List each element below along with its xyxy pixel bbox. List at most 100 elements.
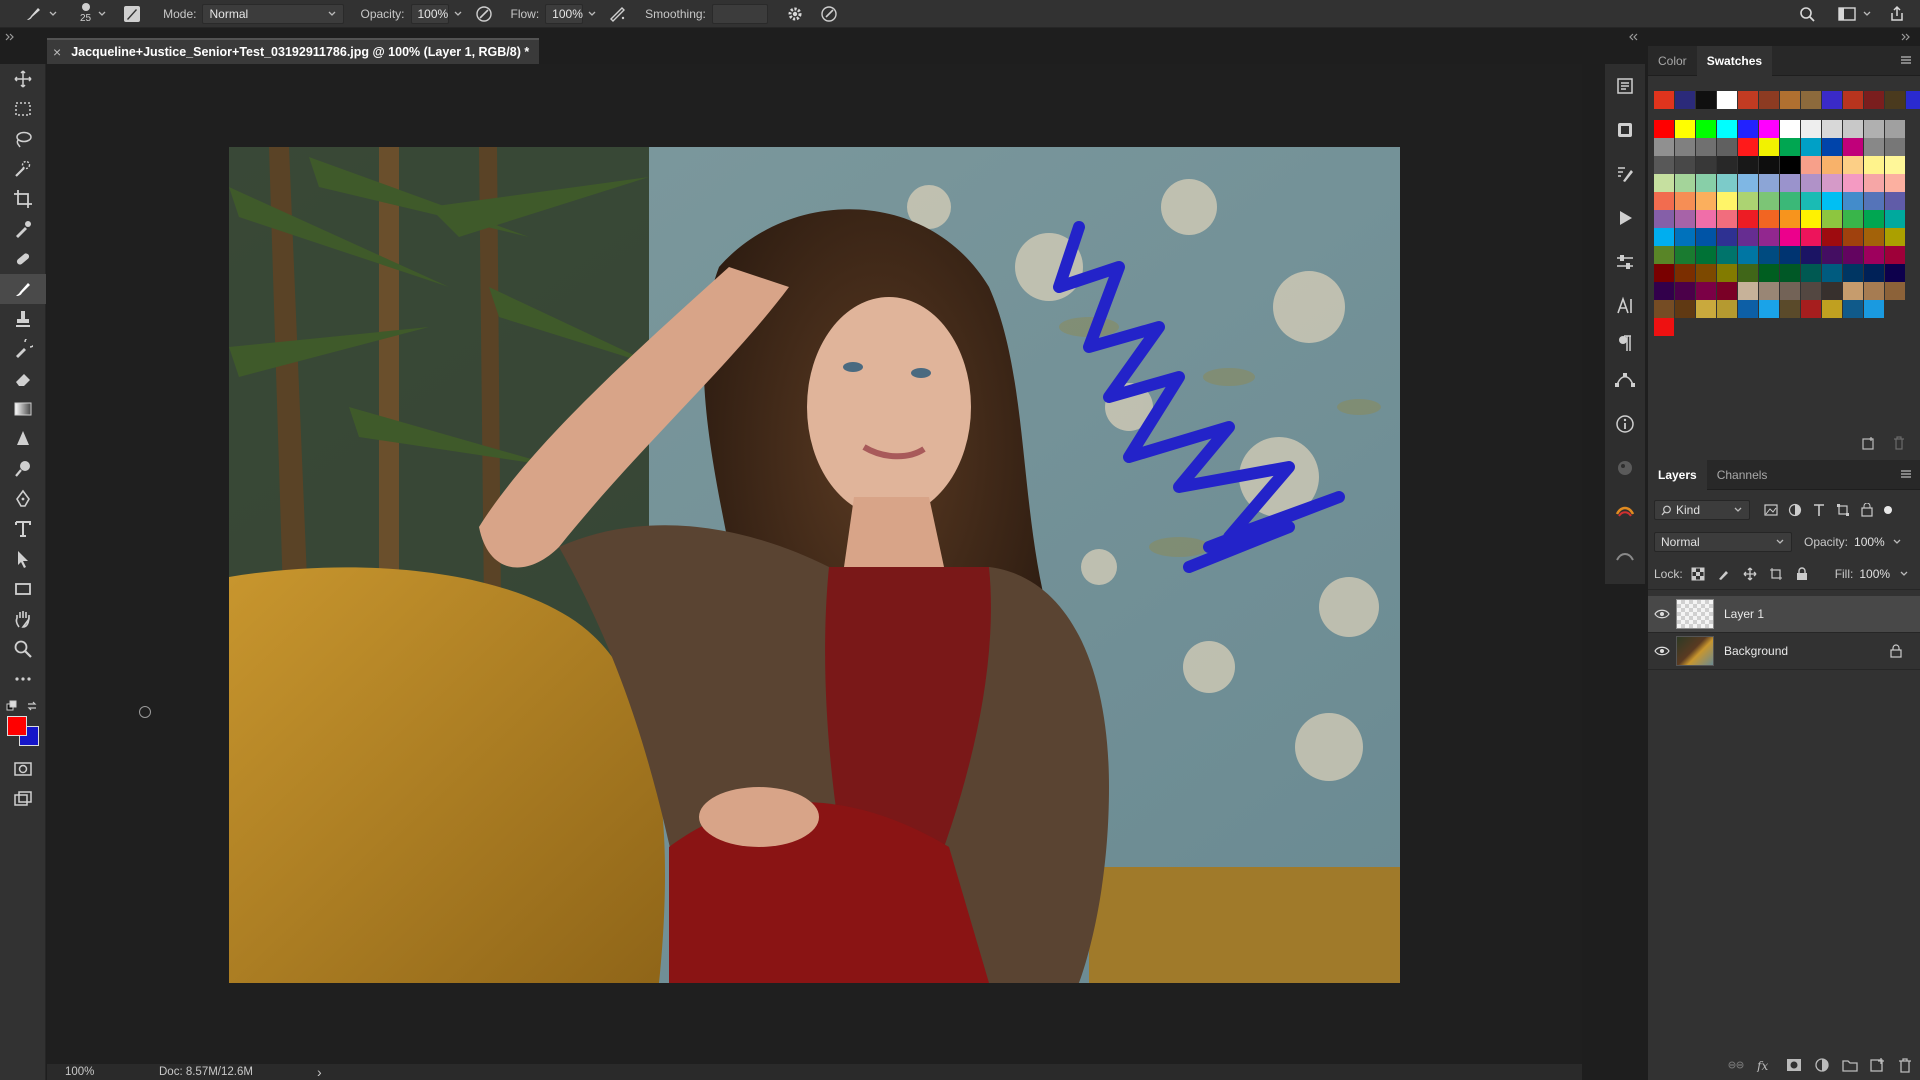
quick-selection-tool[interactable] [0,154,46,184]
blend-mode-dropdown[interactable]: Normal [1654,532,1792,552]
mode-dropdown[interactable]: Normal [202,3,345,24]
layer-filter-dropdown[interactable]: Kind [1654,500,1750,520]
swatch[interactable] [1654,246,1674,264]
chevron-down-icon[interactable] [97,9,107,19]
swatch[interactable] [1717,228,1737,246]
filter-pixel-icon[interactable] [1764,503,1778,517]
chevron-down-icon[interactable] [453,9,463,19]
swatch[interactable] [1759,300,1779,318]
swatch[interactable] [1864,156,1884,174]
zoom-level[interactable]: 100% [65,1066,135,1078]
dodge-tool[interactable] [0,454,46,484]
smoothing-input[interactable] [711,3,768,24]
swatch[interactable] [1780,228,1800,246]
swatch[interactable] [1864,282,1884,300]
swatch[interactable] [1759,228,1779,246]
swatch[interactable] [1801,192,1821,210]
swatch[interactable] [1822,300,1842,318]
paragraph-panel-icon[interactable] [1605,328,1645,358]
swatch[interactable] [1822,120,1842,138]
swatch[interactable] [1675,91,1695,109]
swatch[interactable] [1696,264,1716,282]
history-panel-icon[interactable] [1605,64,1645,108]
swatch[interactable] [1843,174,1863,192]
swatch[interactable] [1780,91,1800,109]
swatch[interactable] [1759,210,1779,228]
swatch[interactable] [1738,138,1758,156]
swatch[interactable] [1801,228,1821,246]
swatch[interactable] [1654,318,1674,336]
swatch[interactable] [1675,264,1695,282]
swatch[interactable] [1717,120,1737,138]
swatch[interactable] [1717,156,1737,174]
swatch[interactable] [1654,138,1674,156]
swatch[interactable] [1864,264,1884,282]
swatch[interactable] [1801,282,1821,300]
tab-color[interactable]: Color [1648,46,1697,76]
swatch[interactable] [1696,138,1716,156]
swatch[interactable] [1717,246,1737,264]
swatch[interactable] [1780,192,1800,210]
swatch[interactable] [1801,210,1821,228]
swatch[interactable] [1654,300,1674,318]
swatch[interactable] [1717,192,1737,210]
swatch[interactable] [1822,156,1842,174]
gear-icon[interactable] [784,3,806,25]
zoom-tool[interactable] [0,634,46,664]
new-layer-icon[interactable] [1870,1057,1886,1073]
chevron-down-icon[interactable] [587,9,597,19]
swatch[interactable] [1717,264,1737,282]
swatch[interactable] [1696,210,1716,228]
brush-settings-panel-icon[interactable] [121,3,143,25]
swatch[interactable] [1654,228,1674,246]
lock-position-icon[interactable] [1743,567,1757,581]
tab-channels[interactable]: Channels [1707,460,1778,490]
flow-input[interactable]: 100% [545,3,584,24]
swatch[interactable] [1738,120,1758,138]
swatch[interactable] [1675,282,1695,300]
swatch[interactable] [1717,91,1737,109]
swatch[interactable] [1843,210,1863,228]
color-panel-icon[interactable] [1605,446,1645,490]
swatch[interactable] [1864,138,1884,156]
expand-tools-icon[interactable] [4,32,16,42]
eye-icon[interactable] [1648,609,1676,619]
status-menu-arrow[interactable]: › [317,1064,322,1080]
eyedropper-tool[interactable] [0,214,46,244]
swatch[interactable] [1864,210,1884,228]
swatch[interactable] [1738,91,1758,109]
swatch[interactable] [1885,264,1905,282]
healing-brush-tool[interactable] [0,244,46,274]
panel-menu-icon[interactable] [1900,55,1912,65]
swatch[interactable] [1675,192,1695,210]
swatch[interactable] [1654,156,1674,174]
info-icon[interactable] [1605,402,1645,446]
swatch[interactable] [1864,120,1884,138]
swatch[interactable] [1696,246,1716,264]
adjustments-icon[interactable] [1605,240,1645,284]
swatch[interactable] [1654,120,1674,138]
swatch[interactable] [1864,192,1884,210]
workspace-icon[interactable] [1836,3,1858,25]
layer-row[interactable]: Background [1648,633,1920,670]
marquee-tool[interactable] [0,94,46,124]
chevron-down-icon[interactable] [1899,569,1909,579]
filter-smart-object-icon[interactable] [1860,503,1874,517]
swatch[interactable] [1717,210,1737,228]
foreground-color-chip[interactable] [7,716,27,736]
swatch[interactable] [1843,228,1863,246]
lock-artboard-icon[interactable] [1769,567,1783,581]
swatch[interactable] [1654,192,1674,210]
swatch[interactable] [1843,264,1863,282]
tab-swatches[interactable]: Swatches [1696,45,1773,76]
swatch[interactable] [1675,156,1695,174]
filter-toggle[interactable] [1884,506,1892,514]
filter-shape-icon[interactable] [1836,503,1850,517]
swatch[interactable] [1864,246,1884,264]
swatch[interactable] [1843,120,1863,138]
panel-menu-icon[interactable] [1900,469,1912,479]
swatch[interactable] [1843,192,1863,210]
pressure-opacity-icon[interactable] [473,3,495,25]
lock-all-icon[interactable] [1795,566,1809,581]
swatch[interactable] [1717,138,1737,156]
